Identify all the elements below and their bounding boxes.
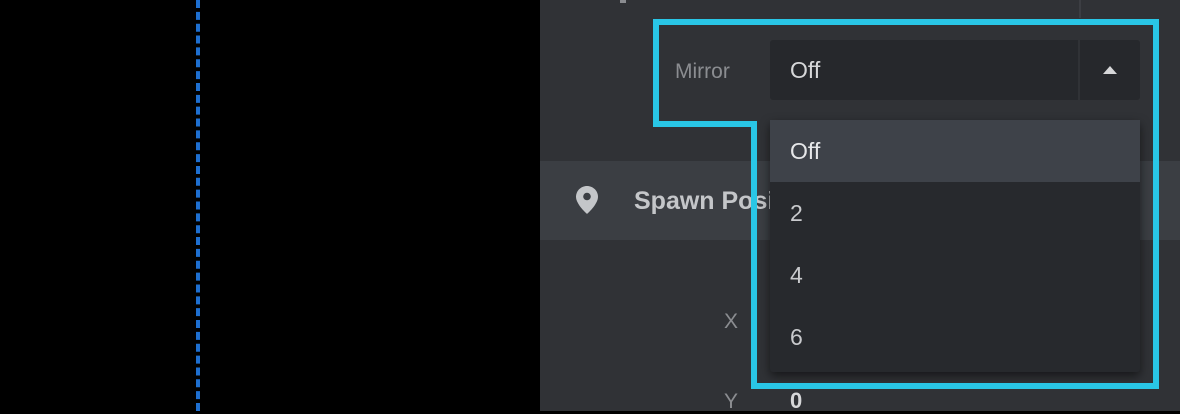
y-value-field[interactable]: 0 — [790, 389, 802, 413]
mirror-select-value: Off — [790, 57, 821, 83]
dropdown-option[interactable]: Off — [770, 120, 1140, 182]
chevron-up-icon[interactable] — [1103, 66, 1117, 74]
vertical-guide-line — [196, 0, 200, 411]
dropdown-option[interactable]: 2 — [770, 182, 1140, 244]
x-axis-label: X — [724, 310, 739, 333]
dropdown-option[interactable]: 4 — [770, 244, 1140, 306]
mirror-select[interactable]: Off — [770, 40, 1140, 100]
map-pin-icon — [576, 186, 598, 214]
select-divider — [1078, 40, 1080, 100]
y-axis-label: Y — [724, 390, 739, 413]
partial-label-fragment — [620, 0, 626, 3]
panel-divider — [1079, 0, 1081, 18]
mirror-label: Mirror — [675, 60, 730, 83]
mirror-dropdown-menu: Off 2 4 6 — [770, 120, 1140, 372]
dropdown-option[interactable]: 6 — [770, 306, 1140, 368]
canvas-area — [0, 0, 540, 411]
